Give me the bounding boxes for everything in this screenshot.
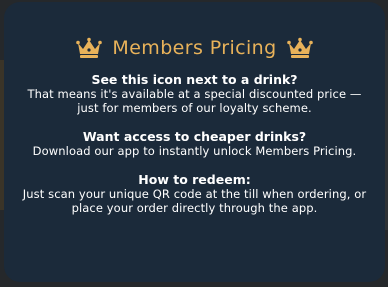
section-body: Just scan your unique QR code at the til… xyxy=(22,187,367,215)
section-icon-explainer: See this icon next to a drink? That mean… xyxy=(20,72,370,115)
card-title: Members Pricing xyxy=(112,37,277,59)
card-header: Members Pricing xyxy=(4,34,385,62)
crown-icon xyxy=(286,37,313,59)
section-access: Want access to cheaper drinks? Download … xyxy=(20,129,370,158)
section-body: That means it's available at a special d… xyxy=(27,87,362,115)
section-heading: See this icon next to a drink? xyxy=(91,72,298,87)
members-pricing-card: Members Pricing See this icon next to a … xyxy=(4,2,385,282)
section-heading: How to redeem: xyxy=(138,172,251,187)
section-heading: Want access to cheaper drinks? xyxy=(82,129,307,144)
section-body: Download our app to instantly unlock Mem… xyxy=(32,144,357,158)
crown-icon xyxy=(76,37,103,59)
section-redeem: How to redeem: Just scan your unique QR … xyxy=(20,172,370,215)
